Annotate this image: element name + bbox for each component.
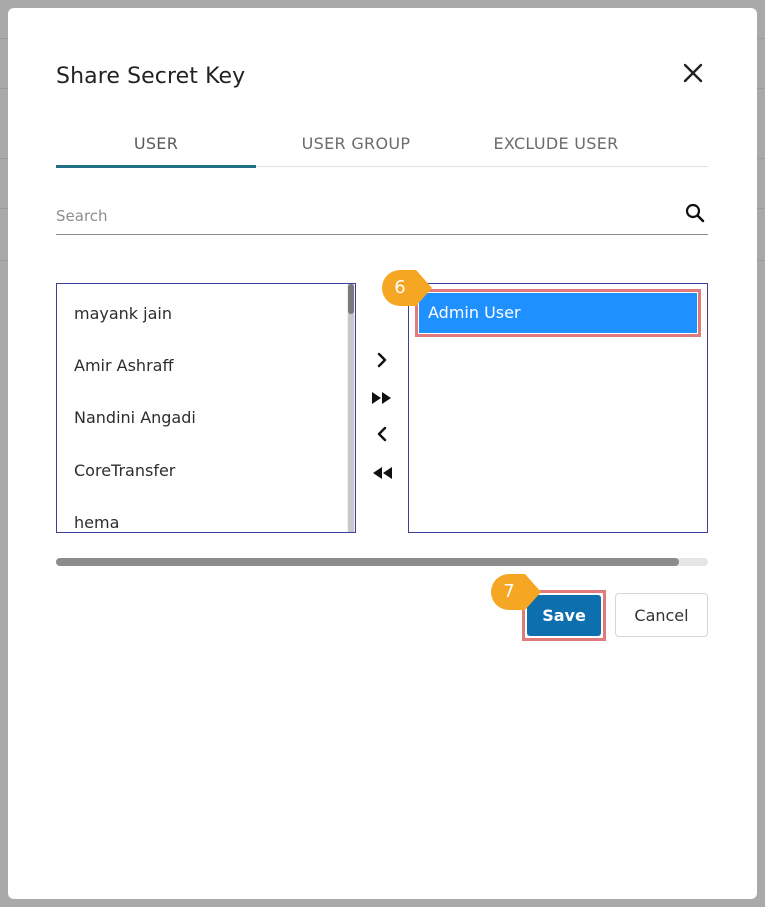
list-item[interactable]: Admin User	[419, 293, 697, 333]
step-number: 7	[503, 581, 515, 602]
tab-exclude-user[interactable]: EXCLUDE USER	[456, 132, 656, 166]
move-right-button[interactable]	[369, 349, 395, 371]
list-item[interactable]: Amir Ashraff	[74, 356, 173, 375]
search-button[interactable]	[684, 202, 706, 224]
list-item[interactable]: Nandini Angadi	[74, 408, 196, 427]
step-number: 6	[394, 277, 406, 298]
tab-bar: USER USER GROUP EXCLUDE USER	[56, 132, 708, 168]
list-item[interactable]: CoreTransfer	[74, 461, 175, 480]
tab-user[interactable]: USER	[56, 132, 256, 168]
available-users-list[interactable]: mayank jain Amir Ashraff Nandini Angadi …	[56, 283, 356, 533]
tab-user-group[interactable]: USER GROUP	[256, 132, 456, 166]
close-button[interactable]	[680, 60, 706, 86]
chevron-right-icon	[377, 352, 387, 368]
vertical-scrollbar[interactable]	[347, 284, 355, 532]
horizontal-scrollbar[interactable]	[56, 558, 708, 566]
move-all-right-button[interactable]	[369, 387, 395, 409]
horizontal-scrollbar-thumb[interactable]	[56, 558, 679, 566]
step-callout-6: 6	[382, 270, 432, 306]
list-item[interactable]: mayank jain	[74, 304, 172, 323]
move-all-left-button[interactable]	[369, 462, 395, 484]
search-input[interactable]	[56, 202, 656, 230]
move-left-button[interactable]	[369, 423, 395, 445]
selected-users-list[interactable]: Admin User	[408, 283, 708, 533]
close-icon	[683, 63, 703, 83]
share-secret-key-dialog: Share Secret Key USER USER GROUP EXCLUDE…	[8, 8, 757, 899]
dialog-title: Share Secret Key	[56, 64, 246, 89]
scrollbar-thumb[interactable]	[348, 284, 354, 314]
double-triangle-right-icon	[372, 392, 391, 404]
search-icon	[685, 203, 705, 223]
step-callout-7: 7	[491, 574, 541, 610]
cancel-button[interactable]: Cancel	[615, 593, 708, 637]
list-item[interactable]: hema	[74, 513, 119, 532]
selected-item-highlight: Admin User	[415, 289, 701, 337]
chevron-left-icon	[377, 426, 387, 442]
search-field	[56, 202, 708, 235]
double-triangle-left-icon	[373, 467, 392, 479]
scrollbar-track-fill	[348, 284, 354, 532]
